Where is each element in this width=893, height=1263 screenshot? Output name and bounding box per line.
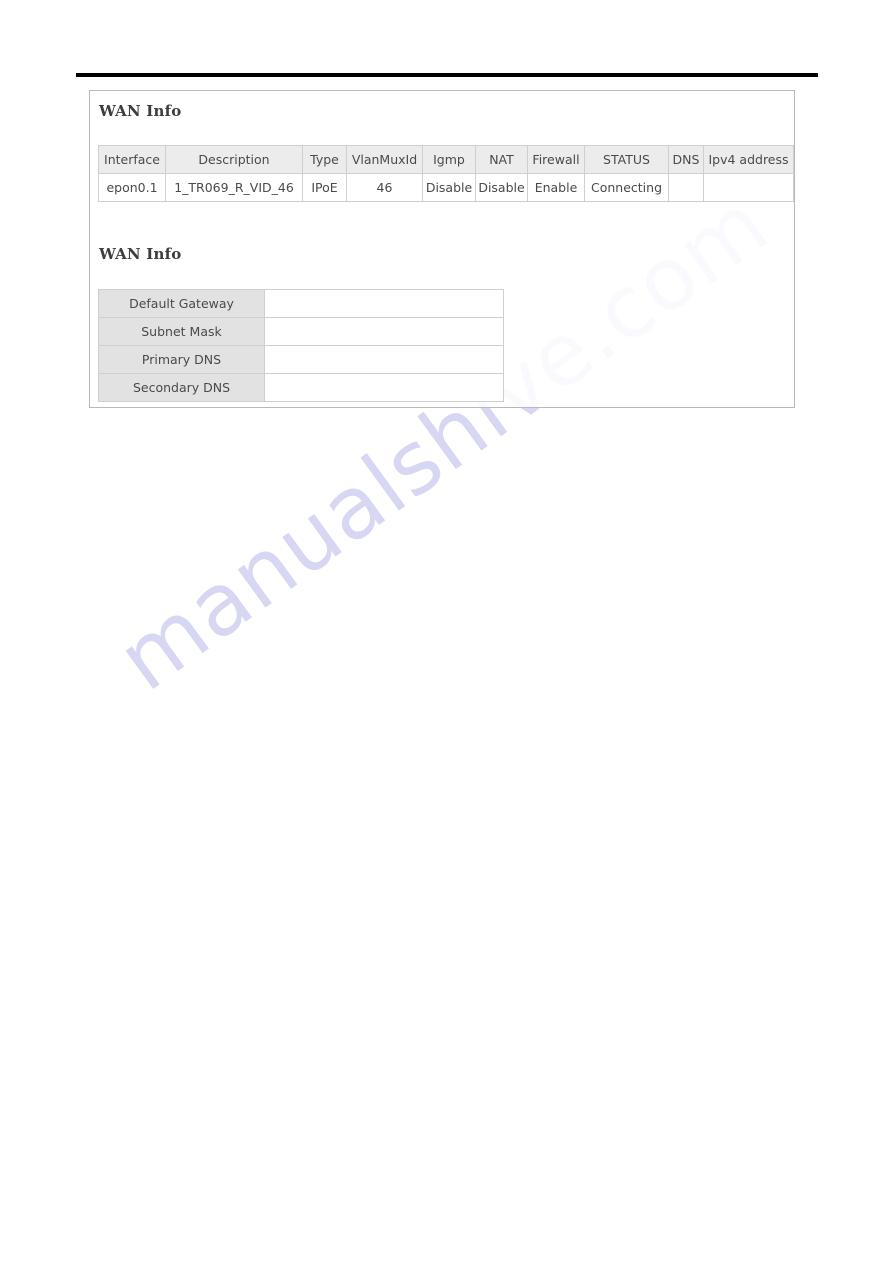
- table-row-subnet-mask: Subnet Mask: [98, 317, 504, 346]
- column-header-interface: Interface: [98, 145, 166, 174]
- value-secondary-dns: [264, 373, 504, 402]
- label-secondary-dns: Secondary DNS: [98, 373, 265, 402]
- value-default-gateway: [264, 289, 504, 318]
- cell-dns: [668, 173, 704, 202]
- value-primary-dns: [264, 345, 504, 374]
- cell-firewall: Enable: [527, 173, 585, 202]
- table-row-primary-dns: Primary DNS: [98, 345, 504, 374]
- cell-igmp: Disable: [422, 173, 476, 202]
- column-header-igmp: Igmp: [422, 145, 476, 174]
- column-header-vlanmuxid: VlanMuxId: [346, 145, 423, 174]
- wan-detail-heading: WAN Info: [99, 245, 182, 263]
- table-header-row: Interface Description Type VlanMuxId Igm…: [98, 145, 794, 174]
- label-default-gateway: Default Gateway: [98, 289, 265, 318]
- cell-interface: epon0.1: [98, 173, 166, 202]
- column-header-firewall: Firewall: [527, 145, 585, 174]
- wan-detail-table: Default Gateway Subnet Mask Primary DNS …: [98, 289, 504, 402]
- header-divider-rule: [76, 73, 818, 77]
- cell-nat: Disable: [475, 173, 528, 202]
- table-row-secondary-dns: Secondary DNS: [98, 373, 504, 402]
- table-row-default-gateway: Default Gateway: [98, 289, 504, 318]
- value-subnet-mask: [264, 317, 504, 346]
- column-header-ipv4-address: Ipv4 address: [703, 145, 794, 174]
- column-header-type: Type: [302, 145, 347, 174]
- column-header-description: Description: [165, 145, 303, 174]
- wan-status-heading: WAN Info: [99, 102, 182, 120]
- wan-info-panel: WAN Info Interface Description Type Vlan…: [89, 90, 795, 408]
- column-header-dns: DNS: [668, 145, 704, 174]
- column-header-status: STATUS: [584, 145, 669, 174]
- cell-vlanmuxid: 46: [346, 173, 423, 202]
- cell-status: Connecting: [584, 173, 669, 202]
- column-header-nat: NAT: [475, 145, 528, 174]
- label-subnet-mask: Subnet Mask: [98, 317, 265, 346]
- table-row: epon0.1 1_TR069_R_VID_46 IPoE 46 Disable…: [98, 173, 794, 202]
- label-primary-dns: Primary DNS: [98, 345, 265, 374]
- cell-ipv4-address: [703, 173, 794, 202]
- cell-type: IPoE: [302, 173, 347, 202]
- wan-status-table: Interface Description Type VlanMuxId Igm…: [98, 145, 794, 202]
- cell-description: 1_TR069_R_VID_46: [165, 173, 303, 202]
